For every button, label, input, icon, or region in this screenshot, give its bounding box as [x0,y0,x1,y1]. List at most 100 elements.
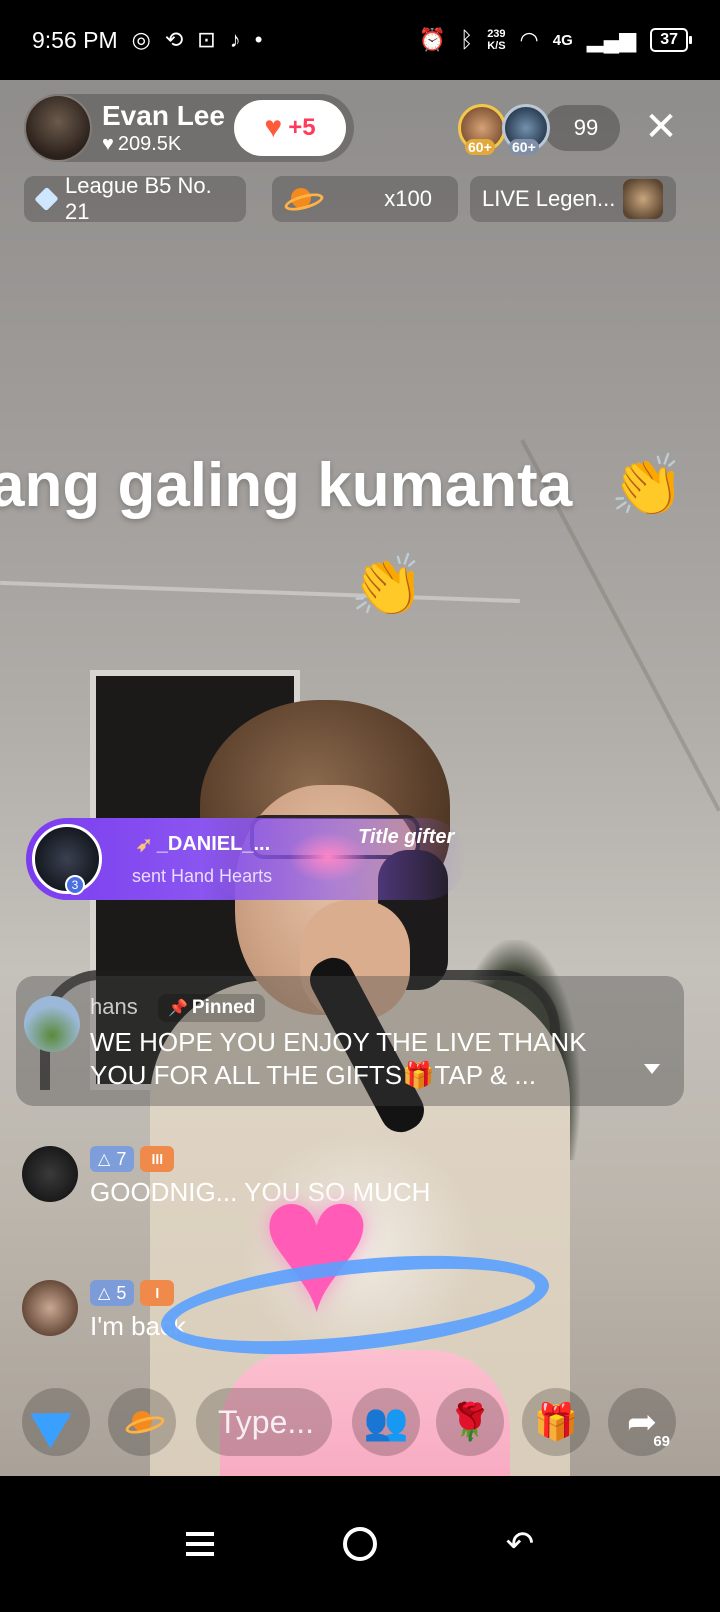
level-icon: △ [98,1285,111,1302]
pinned-text: WE HOPE YOU ENJOY THE LIVE THANK YOU FOR… [90,1027,587,1090]
viewer-badge: 60+ [509,139,539,155]
pin-icon: 📌 [168,1000,188,1017]
boost-button[interactable] [108,1388,176,1456]
system-nav-bar: ↶ [0,1476,720,1612]
ceiling-edge [0,580,520,604]
gift-icon: 🎁 [533,1401,579,1442]
dot-icon: • [254,27,263,52]
comment-badges: △ 5 l [90,1280,175,1306]
gifter-username: _DANIEL_... [156,833,271,855]
legend-chip[interactable]: LIVE Legen... [470,176,676,222]
pinned-tag: 📌 Pinned [158,994,266,1022]
wifi-icon: ◠ [519,27,539,52]
pinned-user-avatar[interactable] [24,996,80,1052]
host-likes: ♥ 209.5K [102,133,225,156]
gifter-avatar[interactable]: 3 [32,824,102,895]
comment-badges: △ 7 lll [90,1146,175,1172]
close-icon[interactable]: ✕ [640,106,682,148]
level-badge: △ 5 [90,1280,135,1306]
status-right: ⏰ ᛒ 239 K/S ◠ 4G ▂▄▆ 37 [418,27,692,53]
gift-button[interactable]: 🎁 [522,1388,590,1456]
status-bar: 9:56 PM ◎ ⟲ ⊡ ♪ • ⏰ ᛒ 239 K/S ◠ 4G ▂▄▆ 3… [0,0,720,80]
clock: 9:56 PM [32,26,118,53]
legend-label: LIVE Legen... [482,186,616,211]
league-label: League B5 No. 21 [64,173,212,224]
boost-label: x100 [384,186,432,211]
battery-indicator: 37 [650,28,692,52]
viewer-badge: 60+ [465,139,495,155]
gifter-name: ➶ _DANIEL_... [136,832,270,857]
gift-description: sent Hand Hearts [132,866,273,886]
live-badges: League B5 No. 21 x100 LIVE Legen... [24,173,694,224]
level-number: 7 [116,1148,127,1169]
pinned-username: hans [90,994,138,1019]
share-button[interactable]: ➦ 69 [608,1388,676,1456]
diamond-icon [34,186,59,212]
chevron-down-icon[interactable] [644,1064,660,1074]
commenter-avatar[interactable] [22,1280,78,1336]
title-gifter-label: Title gifter [358,826,455,848]
back-button[interactable]: ↶ [496,1520,544,1568]
feather-icon: ➶ [136,834,153,856]
net-speed-unit: K/S [487,40,506,52]
clap-icon: 👏 [350,552,425,619]
multi-guest-button[interactable]: 👥 [352,1388,420,1456]
pinned-tag-label: Pinned [191,997,256,1018]
rose-icon: 🌹 [447,1401,493,1442]
network-type: 4G [552,31,573,49]
heart-icon: ♥ [102,132,114,155]
viewer-avatar[interactable]: 60+ [502,104,550,155]
net-speed-value: 239 [487,28,506,40]
comment-input[interactable] [196,1388,332,1456]
league-chip[interactable]: League B5 No. 21 [24,173,246,224]
planet-icon [284,188,318,210]
clap-icon: 👏 [610,452,685,519]
heart-icon: ♥ [264,111,283,144]
planet-icon [125,1411,159,1433]
rose-button[interactable]: 🌹 [436,1388,504,1456]
level-number: 5 [116,1282,127,1303]
top-viewers[interactable]: 60+ 60+ 99 [458,104,620,155]
viewer-avatar[interactable]: 60+ [458,104,506,155]
viewer-count[interactable]: 99 [544,105,620,151]
home-button[interactable] [336,1520,384,1568]
send-icon [30,1395,82,1449]
host-likes-count: 209.5K [117,132,182,155]
people-icon: 👥 [363,1401,409,1442]
recent-apps-button[interactable] [176,1520,224,1568]
host-avatar[interactable] [24,94,92,162]
signal-icon: ▂▄▆ [586,27,637,52]
level-icon: △ [98,1151,111,1168]
back-icon: ↶ [505,1525,535,1563]
home-icon [343,1527,377,1561]
host-profile[interactable]: Evan Lee ♥ 209.5K ♥ +5 [24,94,354,162]
app-notification-icon: ◎ [131,27,151,52]
send-button[interactable] [22,1388,90,1456]
bluetooth-icon: ᛒ [459,27,474,52]
gifter-level-badge: 3 [65,875,85,895]
bottom-action-bar: 👥 🌹 🎁 ➦ 69 [0,1384,720,1460]
follow-button[interactable]: ♥ +5 [234,100,346,156]
alarm-icon: ⏰ [418,27,446,52]
share-count: 69 [653,1433,670,1450]
host-name: Evan Lee [102,100,225,132]
fan-badge: lll [140,1146,175,1172]
host-info: Evan Lee ♥ 209.5K [102,100,225,155]
follow-count: +5 [288,114,316,141]
comment-text: GOODNIG... YOU SO MUCH [90,1177,431,1207]
commenter-avatar[interactable] [22,1146,78,1202]
fan-badge: l [140,1280,175,1306]
game-icon: ⊡ [197,27,216,52]
status-left: 9:56 PM ◎ ⟲ ⊡ ♪ • [32,27,262,54]
sync-icon: ⟲ [164,27,184,52]
menu-icon [186,1532,214,1556]
live-top-bar: Evan Lee ♥ 209.5K ♥ +5 60+ 60+ 99 ✕ [24,94,694,164]
tiktok-icon: ♪ [229,27,241,52]
comment-text: I'm back [90,1311,186,1341]
net-speed: 239 K/S [487,28,505,52]
level-badge: △ 7 [90,1146,135,1172]
pinned-message[interactable]: hans 📌 Pinned WE HOPE YOU ENJOY THE LIVE… [16,976,684,1106]
legend-trophy-icon [623,179,664,219]
hand-hearts-icon [288,832,368,882]
boost-chip[interactable]: x100 [272,176,458,222]
